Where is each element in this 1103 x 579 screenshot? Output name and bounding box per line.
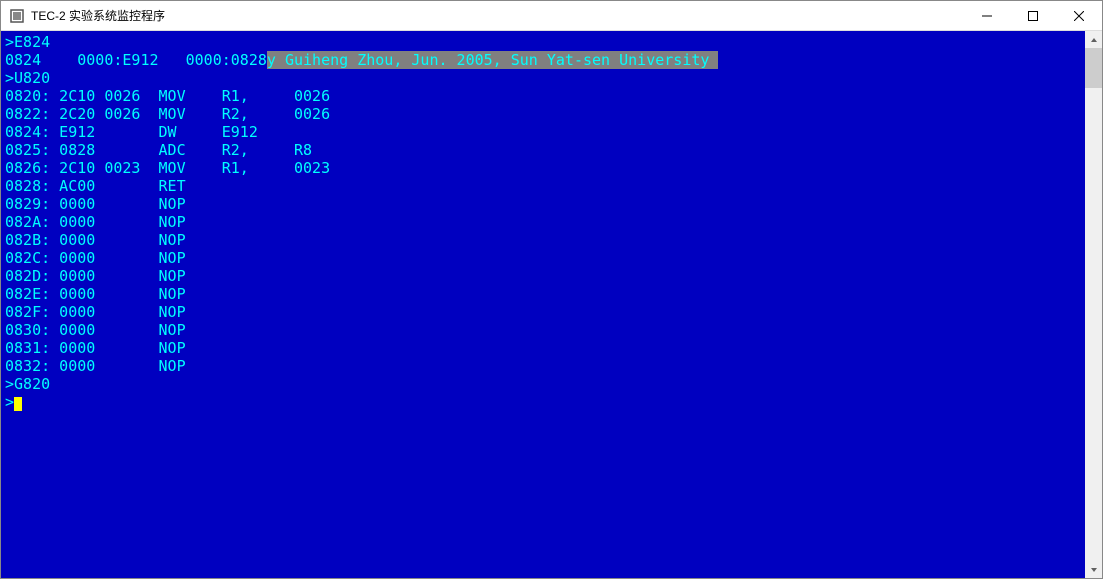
terminal-line: >: [5, 393, 1081, 411]
terminal-text: 0822: 2C20 0026 MOV R2, 0026: [5, 105, 330, 123]
scroll-down-button[interactable]: [1085, 561, 1102, 578]
terminal-line: >U820: [5, 69, 1081, 87]
terminal-text: 082C: 0000 NOP: [5, 249, 186, 267]
terminal-text: 082D: 0000 NOP: [5, 267, 186, 285]
close-button[interactable]: [1056, 1, 1102, 30]
terminal-line: 082A: 0000 NOP: [5, 213, 1081, 231]
terminal-line: 0825: 0828 ADC R2, R8: [5, 141, 1081, 159]
terminal-text: 0829: 0000 NOP: [5, 195, 186, 213]
terminal-text: 082A: 0000 NOP: [5, 213, 186, 231]
terminal-area: >E8240824 0000:E912 0000:0828y Guiheng Z…: [1, 31, 1102, 578]
terminal-text: 0832: 0000 NOP: [5, 357, 186, 375]
terminal-line: 082C: 0000 NOP: [5, 249, 1081, 267]
titlebar[interactable]: TEC-2 实验系统监控程序: [1, 1, 1102, 31]
terminal-text: 0824 0000:E912 0000:0828: [5, 51, 267, 69]
terminal-text: 0825: 0828 ADC R2, R8: [5, 141, 312, 159]
terminal-text: U820: [14, 69, 50, 87]
terminal-line: 082B: 0000 NOP: [5, 231, 1081, 249]
terminal-line: 0824: E912 DW E912: [5, 123, 1081, 141]
terminal-line: >E824: [5, 33, 1081, 51]
terminal-text: 082F: 0000 NOP: [5, 303, 186, 321]
terminal-text: 0826: 2C10 0023 MOV R1, 0023: [5, 159, 330, 177]
terminal-line: 0826: 2C10 0023 MOV R1, 0023: [5, 159, 1081, 177]
terminal-line: 0820: 2C10 0026 MOV R1, 0026: [5, 87, 1081, 105]
terminal-content[interactable]: >E8240824 0000:E912 0000:0828y Guiheng Z…: [1, 31, 1085, 578]
highlighted-text: y Guiheng Zhou, Jun. 2005, Sun Yat-sen U…: [267, 51, 719, 69]
window-title: TEC-2 实验系统监控程序: [31, 7, 964, 24]
prompt-char: >: [5, 375, 14, 393]
prompt-char: >: [5, 69, 14, 87]
terminal-line: 082D: 0000 NOP: [5, 267, 1081, 285]
scroll-up-button[interactable]: [1085, 31, 1102, 48]
terminal-text: 0820: 2C10 0026 MOV R1, 0026: [5, 87, 330, 105]
terminal-line: 082E: 0000 NOP: [5, 285, 1081, 303]
prompt-char: >: [5, 33, 14, 51]
application-window: TEC-2 实验系统监控程序 >E8240824 0000:E912 0000:…: [0, 0, 1103, 579]
terminal-line: 0828: AC00 RET: [5, 177, 1081, 195]
terminal-line: 0831: 0000 NOP: [5, 339, 1081, 357]
terminal-text: 0828: AC00 RET: [5, 177, 186, 195]
terminal-line: 082F: 0000 NOP: [5, 303, 1081, 321]
terminal-text: G820: [14, 375, 50, 393]
maximize-button[interactable]: [1010, 1, 1056, 30]
cursor: [14, 397, 22, 411]
terminal-text: 082B: 0000 NOP: [5, 231, 186, 249]
vertical-scrollbar[interactable]: [1085, 31, 1102, 578]
terminal-text: 0824: E912 DW E912: [5, 123, 258, 141]
terminal-line: 0832: 0000 NOP: [5, 357, 1081, 375]
terminal-line: >G820: [5, 375, 1081, 393]
terminal-text: 0830: 0000 NOP: [5, 321, 186, 339]
prompt-char: >: [5, 393, 14, 411]
terminal-line: 0822: 2C20 0026 MOV R2, 0026: [5, 105, 1081, 123]
terminal-line: 0824 0000:E912 0000:0828y Guiheng Zhou, …: [5, 51, 1081, 69]
terminal-line: 0829: 0000 NOP: [5, 195, 1081, 213]
app-icon: [9, 8, 25, 24]
terminal-text: E824: [14, 33, 50, 51]
terminal-text: 082E: 0000 NOP: [5, 285, 186, 303]
scroll-thumb[interactable]: [1085, 48, 1102, 88]
terminal-text: 0831: 0000 NOP: [5, 339, 186, 357]
minimize-button[interactable]: [964, 1, 1010, 30]
terminal-line: 0830: 0000 NOP: [5, 321, 1081, 339]
window-controls: [964, 1, 1102, 30]
